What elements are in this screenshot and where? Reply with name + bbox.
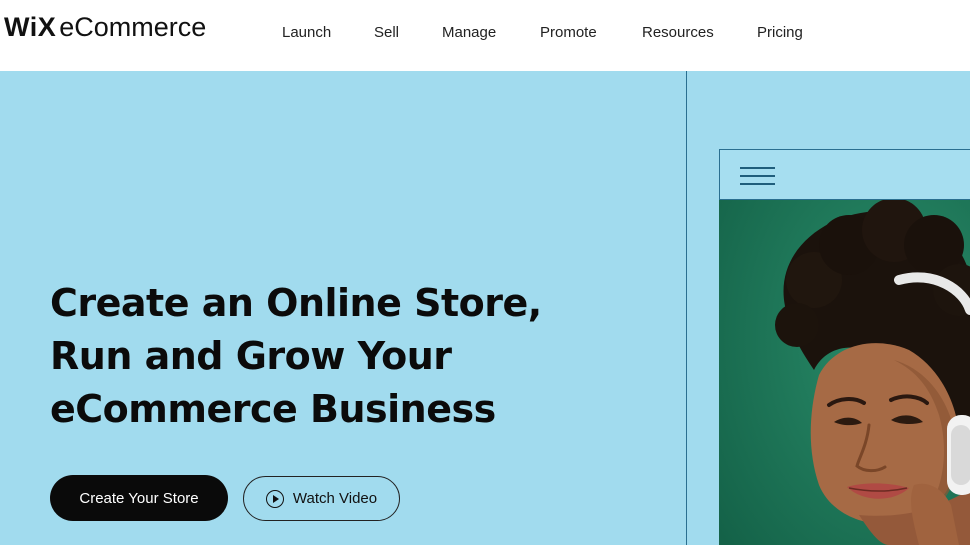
hero-headline: Create an Online Store, Run and Grow You… [50, 277, 610, 436]
logo-wix: WiX [4, 12, 57, 42]
mockup-topbar [719, 149, 970, 200]
nav-manage[interactable]: Manage [442, 24, 496, 41]
website-preview-mockup [719, 149, 970, 545]
site-header: WiX eCommerce Launch Sell Manage Promote… [0, 0, 970, 71]
watch-video-button[interactable]: Watch Video [243, 476, 400, 521]
create-your-store-label: Create Your Store [79, 489, 199, 507]
nav-pricing[interactable]: Pricing [757, 24, 803, 41]
nav-sell[interactable]: Sell [374, 24, 399, 41]
wix-ecommerce-logo[interactable]: WiX eCommerce [4, 12, 206, 52]
nav-launch[interactable]: Launch [282, 24, 331, 41]
nav-promote[interactable]: Promote [540, 24, 597, 41]
headline-line-1: Create an Online Store, [50, 281, 542, 325]
woman-with-headphones-image [719, 200, 970, 545]
nav-resources[interactable]: Resources [642, 24, 714, 41]
play-icon [265, 489, 284, 508]
watch-video-label: Watch Video [292, 490, 378, 507]
headline-line-2: Run and Grow Your [50, 334, 452, 378]
logo-suffix: eCommerce [59, 12, 207, 42]
portrait-illustration [719, 200, 970, 545]
headline-line-3: eCommerce Business [50, 387, 496, 431]
hamburger-menu-icon[interactable] [740, 167, 775, 185]
create-your-store-button[interactable]: Create Your Store [50, 475, 228, 521]
hero-divider-line [686, 71, 687, 545]
